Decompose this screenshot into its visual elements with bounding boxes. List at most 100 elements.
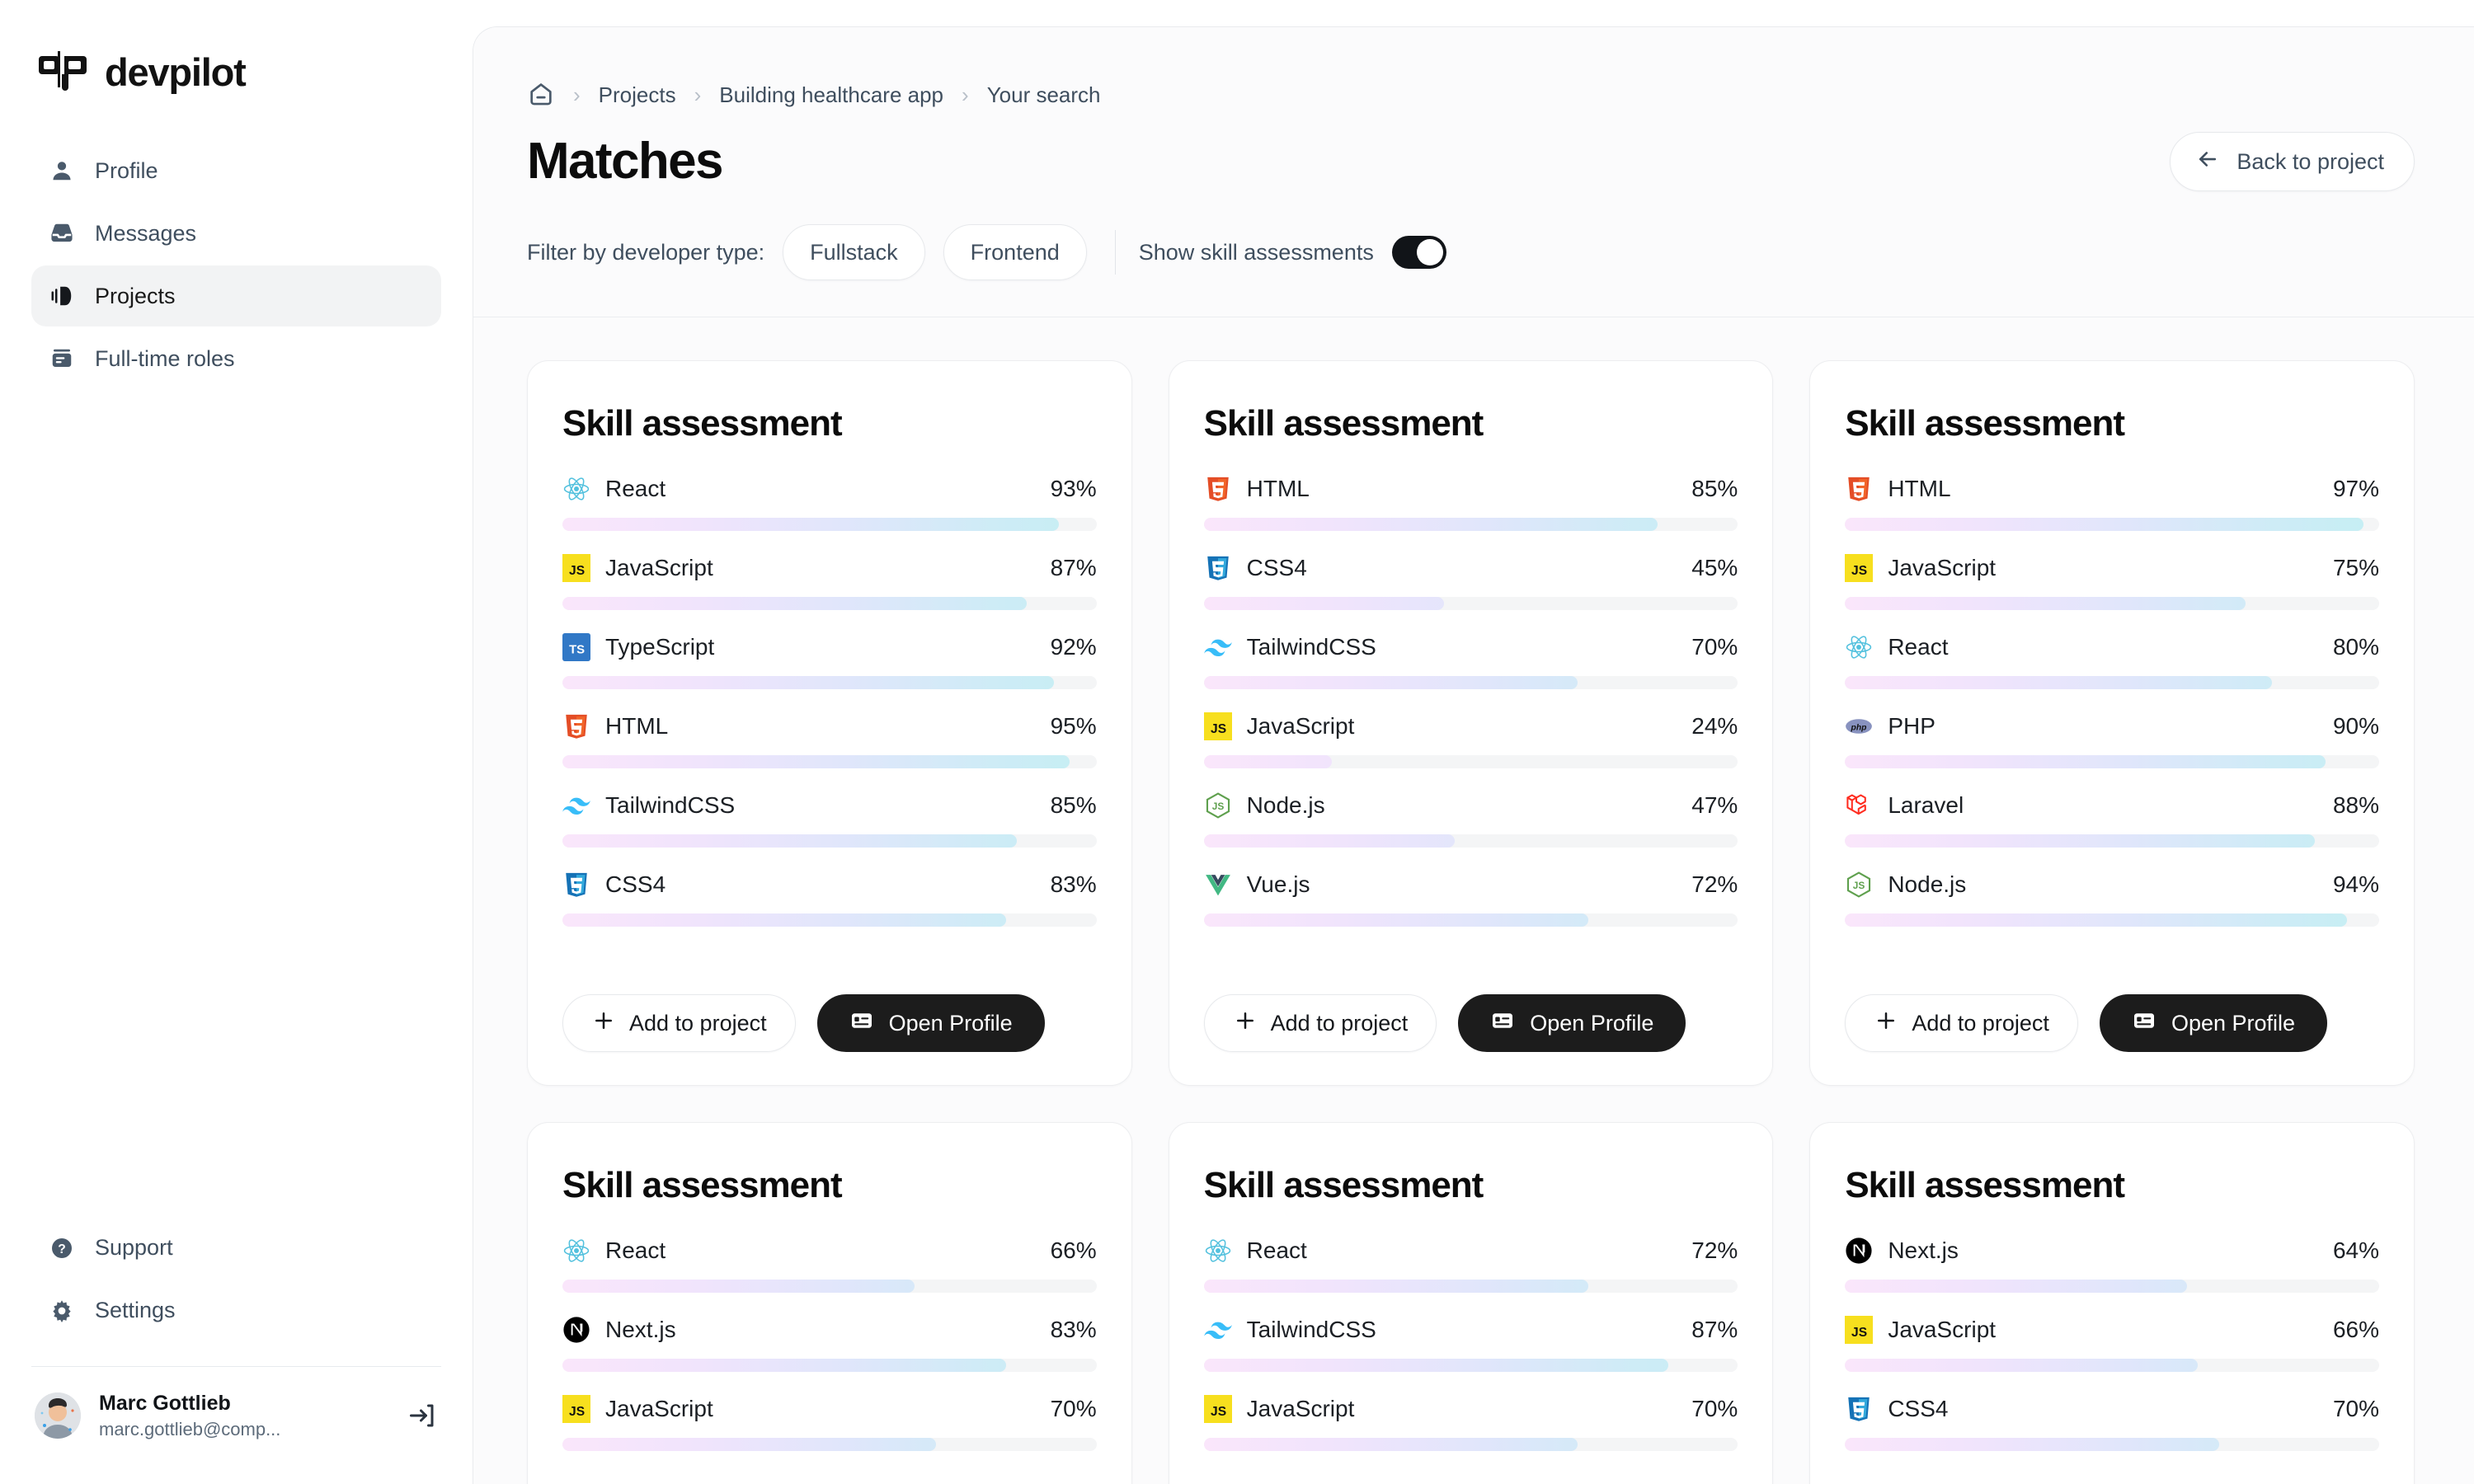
home-icon[interactable] bbox=[527, 81, 555, 109]
skill-percent: 80% bbox=[2332, 634, 2379, 660]
open-profile-button[interactable]: Open Profile bbox=[1458, 994, 1686, 1052]
projects-icon bbox=[49, 284, 74, 308]
skill-progress-fill bbox=[1203, 676, 1578, 690]
skill-list: HTML 85% CSS4 45% TailwindCSS 70% JS JavaScript… bbox=[1203, 475, 1738, 970]
skill-row: JS JavaScript 70% bbox=[562, 1395, 1097, 1452]
skill-progress-track bbox=[562, 676, 1097, 690]
skill-row: JS Node.js 47% bbox=[1203, 791, 1738, 848]
skill-progress-fill bbox=[1203, 1438, 1578, 1452]
skill-name: CSS4 bbox=[1246, 555, 1307, 581]
breadcrumb-separator: › bbox=[962, 82, 969, 107]
skill-row: JS JavaScript 75% bbox=[1845, 554, 2379, 611]
card-title: Skill assessment bbox=[562, 403, 843, 444]
sidebar-item-messages[interactable]: Messages bbox=[31, 203, 441, 264]
brand-logo[interactable]: devpilot bbox=[0, 0, 473, 92]
skill-row: HTML 85% bbox=[1203, 475, 1738, 532]
arrow-left-icon bbox=[2195, 147, 2220, 177]
open-profile-label: Open Profile bbox=[2171, 1010, 2296, 1036]
sidebar-item-full-time-roles[interactable]: Full-time roles bbox=[31, 328, 441, 389]
skill-row: React 80% bbox=[1845, 633, 2379, 690]
filter-chip-fullstack[interactable]: Fullstack bbox=[783, 224, 925, 280]
skill-name: Next.js bbox=[1888, 1237, 1959, 1264]
back-to-project-button[interactable]: Back to project bbox=[2170, 132, 2415, 191]
skill-percent: 24% bbox=[1691, 713, 1738, 740]
add-to-project-button[interactable]: Add to project bbox=[1845, 994, 2078, 1052]
skill-percent: 66% bbox=[1050, 1237, 1097, 1264]
javascript-icon: JS bbox=[1845, 554, 1874, 583]
skill-progress-fill bbox=[562, 1280, 915, 1294]
breadcrumb-item-projects[interactable]: Projects bbox=[599, 82, 676, 108]
sidebar-item-settings[interactable]: Settings bbox=[31, 1280, 441, 1341]
skill-percent: 85% bbox=[1050, 792, 1097, 819]
gear-icon bbox=[49, 1298, 74, 1323]
filter-chip-frontend[interactable]: Frontend bbox=[943, 224, 1087, 280]
skill-row: Laravel 88% bbox=[1845, 791, 2379, 848]
skill-progress-track bbox=[1203, 1438, 1738, 1452]
id-card-icon bbox=[2132, 1008, 2157, 1039]
brand-name: devpilot bbox=[105, 49, 247, 94]
back-to-project-label: Back to project bbox=[2236, 148, 2384, 174]
breadcrumb-item-your-search[interactable]: Your search bbox=[987, 82, 1101, 108]
filter-label: Filter by developer type: bbox=[527, 239, 765, 265]
skill-percent: 94% bbox=[2332, 871, 2379, 898]
svg-text:JS: JS bbox=[1211, 801, 1224, 812]
skill-name: Next.js bbox=[605, 1317, 676, 1343]
skill-name: JavaScript bbox=[1246, 1396, 1355, 1422]
add-to-project-button[interactable]: Add to project bbox=[1203, 994, 1437, 1052]
add-to-project-label: Add to project bbox=[1270, 1010, 1409, 1036]
skill-progress-track bbox=[1845, 913, 2379, 928]
skill-row: Vue.js 72% bbox=[1203, 871, 1738, 928]
vuejs-icon bbox=[1204, 871, 1232, 899]
skill-name: TypeScript bbox=[605, 634, 715, 660]
skill-name: Laravel bbox=[1888, 792, 1964, 819]
skill-header: HTML 95% bbox=[562, 712, 1097, 740]
sidebar-item-projects[interactable]: Projects bbox=[31, 265, 441, 326]
devpilot-logo-icon bbox=[39, 51, 90, 92]
logout-icon[interactable] bbox=[403, 1397, 441, 1435]
breadcrumb-item-building-healthcare-app[interactable]: Building healthcare app bbox=[719, 82, 943, 108]
sidebar-user[interactable]: Marc Gottlieb marc.gottlieb@comp... bbox=[0, 1367, 473, 1484]
react-icon bbox=[1845, 633, 1873, 661]
open-profile-button[interactable]: Open Profile bbox=[816, 994, 1045, 1052]
skill-header: JS JavaScript 70% bbox=[1203, 1395, 1738, 1424]
laravel-icon bbox=[1845, 791, 1873, 819]
html5-icon bbox=[1845, 475, 1873, 503]
developer-match-card: Skill assessment React 93% JS JavaScript 87% T… bbox=[527, 360, 1132, 1086]
skill-percent: 92% bbox=[1050, 634, 1097, 660]
skill-row: TailwindCSS 87% bbox=[1203, 1316, 1738, 1373]
skill-name: JavaScript bbox=[605, 555, 713, 581]
developer-match-card: Skill assessment React 66% Next.js 83% JS Java… bbox=[527, 1122, 1132, 1484]
skill-name: JavaScript bbox=[1888, 555, 1997, 581]
skill-progress-track bbox=[562, 597, 1097, 611]
sidebar-item-support[interactable]: ? Support bbox=[31, 1218, 441, 1279]
skill-row: Next.js 83% bbox=[562, 1316, 1097, 1373]
skill-header: CSS4 83% bbox=[562, 871, 1097, 899]
skill-percent: 97% bbox=[2332, 476, 2379, 502]
id-card-icon bbox=[849, 1008, 874, 1039]
skill-percent: 83% bbox=[1050, 871, 1097, 898]
skill-name: Node.js bbox=[1888, 871, 1967, 898]
skill-progress-track bbox=[562, 1280, 1097, 1294]
skill-name: JavaScript bbox=[1888, 1317, 1997, 1343]
skill-percent: 87% bbox=[1050, 555, 1097, 581]
skill-header: CSS4 70% bbox=[1845, 1395, 2379, 1423]
open-profile-button[interactable]: Open Profile bbox=[2099, 994, 2328, 1052]
svg-text:JS: JS bbox=[569, 1405, 585, 1419]
developer-match-card: Skill assessment React 72% TailwindCSS 87% JS… bbox=[1168, 1122, 1774, 1484]
skill-row: JS JavaScript 24% bbox=[1203, 712, 1738, 769]
skill-row: JS JavaScript 70% bbox=[1203, 1395, 1738, 1452]
skill-header: Vue.js 72% bbox=[1204, 871, 1738, 899]
sidebar-item-profile[interactable]: Profile bbox=[31, 140, 441, 201]
show-skill-assessments-toggle[interactable] bbox=[1391, 236, 1446, 269]
skill-list: React 93% JS JavaScript 87% TS TypeScript 92% HT… bbox=[562, 475, 1097, 970]
skill-row: JS JavaScript 87% bbox=[562, 554, 1097, 611]
toggle-knob bbox=[1416, 239, 1443, 265]
svg-text:JS: JS bbox=[1211, 722, 1226, 736]
skill-row: CSS4 83% bbox=[562, 871, 1097, 928]
skill-progress-fill bbox=[1203, 597, 1445, 611]
skill-percent: 95% bbox=[1050, 713, 1097, 740]
card-title: Skill assessment bbox=[1845, 403, 2125, 444]
skill-name: HTML bbox=[605, 713, 669, 740]
add-to-project-button[interactable]: Add to project bbox=[562, 994, 796, 1052]
javascript-icon: JS bbox=[1203, 1395, 1232, 1424]
